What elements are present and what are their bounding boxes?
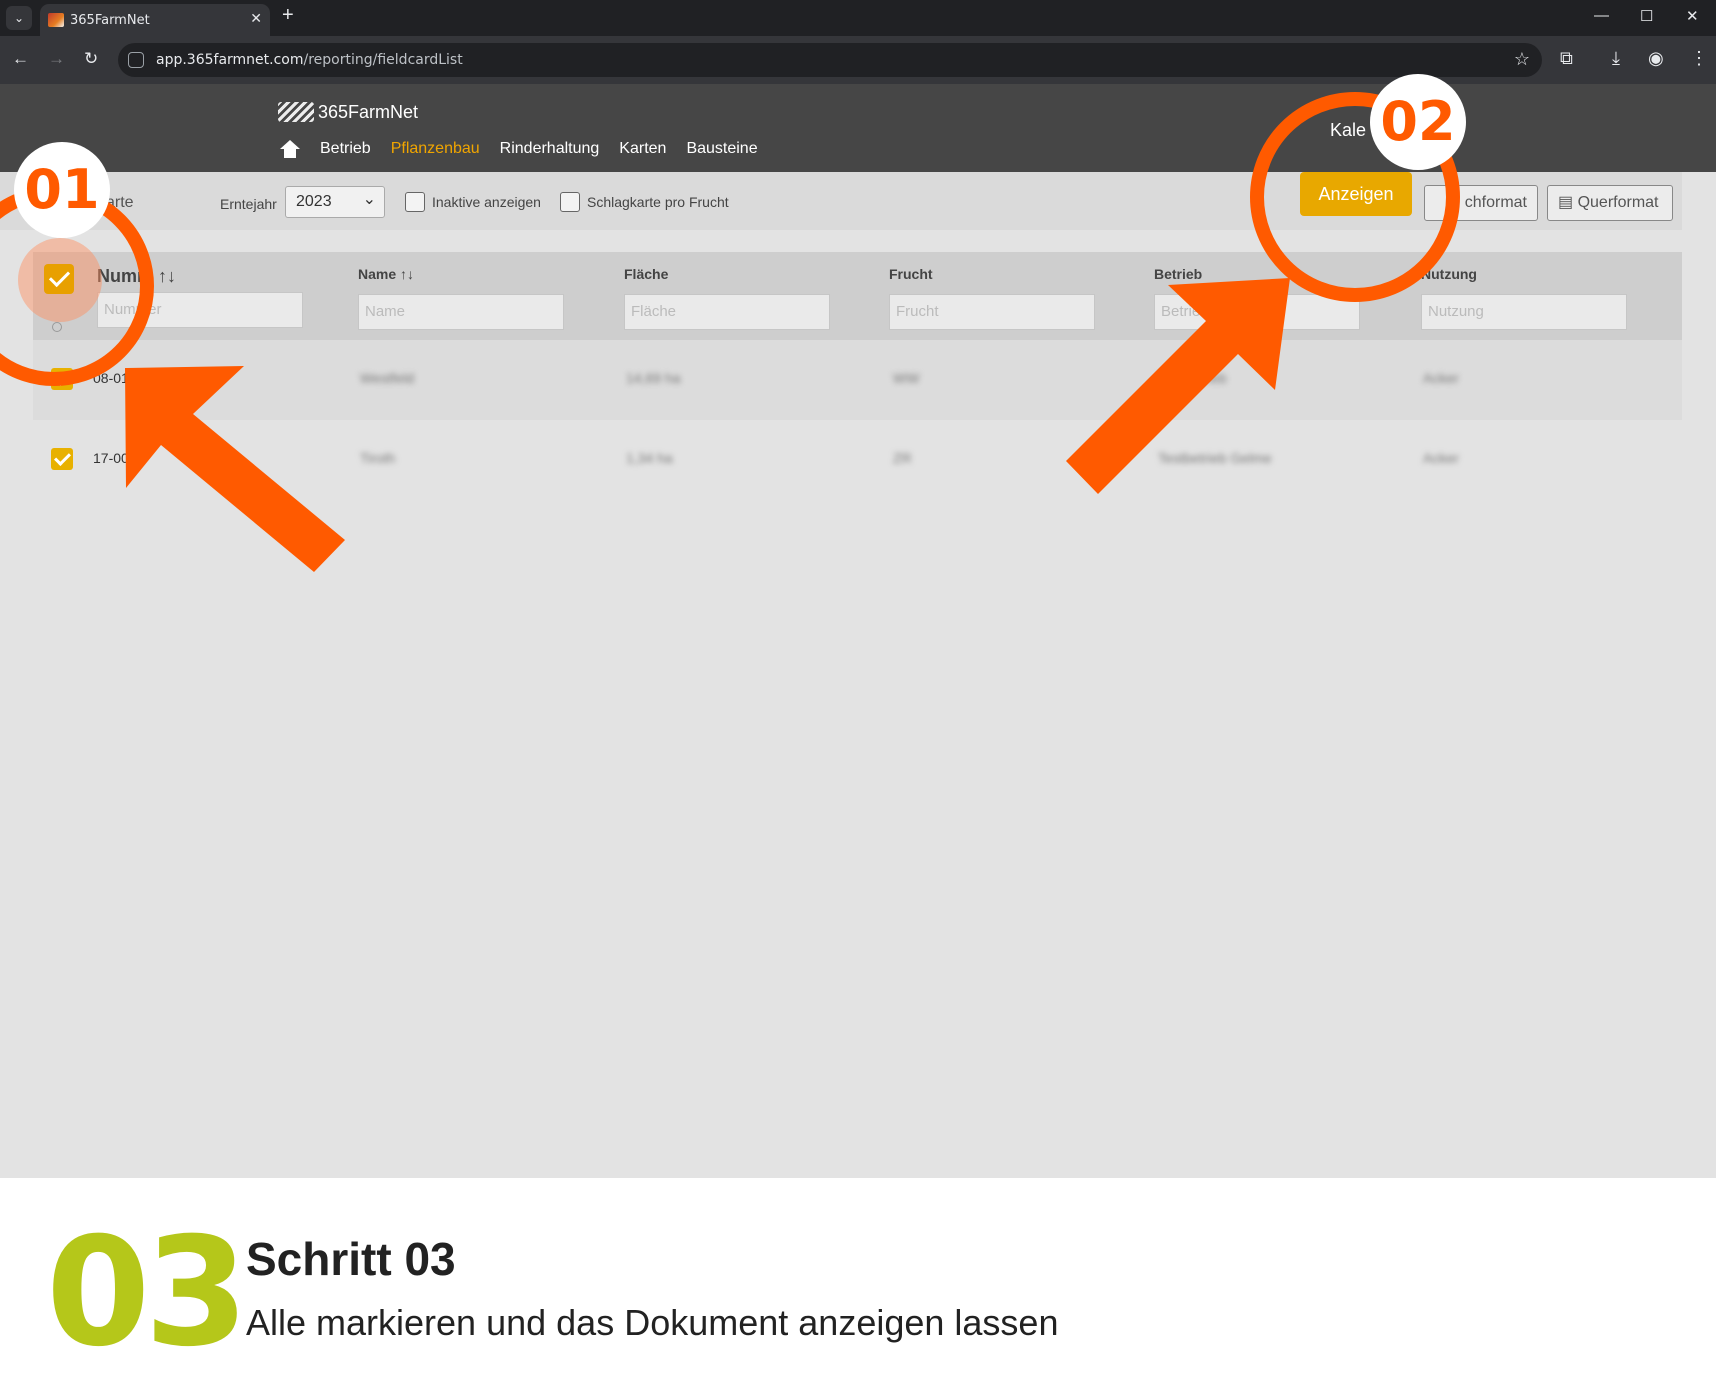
- url-text: app.365farmnet.com/reporting/fieldcardLi…: [156, 52, 463, 68]
- browser-toolbar: ← → ↻ app.365farmnet.com/reporting/field…: [0, 36, 1716, 84]
- inactive-checkbox[interactable]: [405, 192, 425, 212]
- nav-karten[interactable]: Karten: [619, 140, 666, 158]
- cell-farm: Testbetrieb Gelme: [1158, 450, 1272, 466]
- year-value: 2023: [296, 193, 332, 210]
- step-badge-01: 01: [14, 142, 110, 238]
- filter-name[interactable]: Name: [358, 294, 564, 330]
- bookmark-star-icon[interactable]: ☆: [1514, 49, 1530, 70]
- nav-rinderhaltung[interactable]: Rinderhaltung: [500, 140, 600, 158]
- col-farm[interactable]: Betrieb: [1154, 266, 1202, 282]
- favicon-icon: [48, 13, 64, 27]
- cell-crop: WW: [893, 370, 920, 386]
- home-icon[interactable]: [280, 140, 300, 158]
- address-bar[interactable]: app.365farmnet.com/reporting/fieldcardLi…: [118, 43, 1542, 77]
- year-label: Erntejahr: [220, 196, 277, 212]
- cell-name: Tiroth: [360, 450, 396, 466]
- inactive-label: Inaktive anzeigen: [432, 194, 541, 210]
- filter-farm[interactable]: Betrieb: [1154, 294, 1360, 330]
- step-description: Alle markieren und das Dokument anzeigen…: [246, 1302, 1059, 1343]
- landscape-button-label: Querformat: [1577, 194, 1659, 211]
- download-icon[interactable]: ⤓: [1612, 48, 1620, 69]
- logo-icon: [278, 102, 314, 122]
- step-title: Schritt 03: [246, 1233, 456, 1285]
- col-crop[interactable]: Frucht: [889, 266, 933, 282]
- filter-crop[interactable]: Frucht: [889, 294, 1095, 330]
- nav-bausteine[interactable]: Bausteine: [686, 140, 757, 158]
- cell-area: 1,34 ha: [626, 450, 673, 466]
- nav-pflanzenbau[interactable]: Pflanzenbau: [391, 140, 480, 158]
- menu-kebab-icon[interactable]: ⋮: [1690, 48, 1708, 69]
- extensions-icon[interactable]: ⧉: [1560, 48, 1573, 69]
- profile-icon[interactable]: ◉: [1648, 48, 1664, 69]
- cell-usage: Acker: [1423, 450, 1459, 466]
- main-content: arte Erntejahr 2023 Inaktive anzeigen Sc…: [0, 172, 1716, 1178]
- close-tab-icon[interactable]: ✕: [250, 10, 262, 27]
- forward-icon[interactable]: →: [48, 49, 65, 69]
- reload-icon[interactable]: ↻: [84, 49, 98, 69]
- cell-usage: Acker: [1423, 370, 1459, 386]
- filter-usage[interactable]: Nutzung: [1421, 294, 1627, 330]
- new-tab-icon[interactable]: +: [282, 4, 294, 27]
- tab-title: 365FarmNet: [70, 13, 150, 28]
- table-row[interactable]: 08-01 Westfeld 14,69 ha WW Testbetrieb A…: [33, 340, 1682, 420]
- cell-name: Westfeld: [360, 370, 415, 386]
- landscape-button[interactable]: ▤ Querformat: [1547, 185, 1673, 221]
- cell-area: 14,69 ha: [626, 370, 681, 386]
- main-nav: Betrieb Pflanzenbau Rinderhaltung Karten…: [280, 140, 758, 158]
- back-icon[interactable]: ←: [12, 49, 29, 69]
- logo-text: 365FarmNet: [318, 101, 419, 122]
- close-window-icon[interactable]: ✕: [1686, 7, 1699, 25]
- table-row[interactable]: 17-00 Tiroth 1,34 ha ZR Testbetrieb Gelm…: [33, 420, 1682, 500]
- minimize-icon[interactable]: —: [1594, 7, 1609, 24]
- nav-betrieb[interactable]: Betrieb: [320, 140, 371, 158]
- filter-area[interactable]: Fläche: [624, 294, 830, 330]
- step-caption: 03 Schritt 03 Alle markieren und das Dok…: [0, 1178, 1716, 1392]
- step-badge-02: 02: [1370, 74, 1466, 170]
- cell-farm: Testbetrieb: [1158, 370, 1227, 386]
- cell-number: 17-00: [93, 450, 129, 466]
- step-number: 03: [46, 1206, 249, 1380]
- row-checkbox[interactable]: [51, 448, 73, 470]
- year-select[interactable]: 2023: [285, 186, 385, 218]
- col-name[interactable]: Name ↑↓: [358, 266, 414, 282]
- portrait-button-label: chformat: [1464, 194, 1527, 211]
- browser-tab[interactable]: 365FarmNet ✕: [40, 4, 270, 36]
- col-area[interactable]: Fläche: [624, 266, 668, 282]
- pdf-file-icon: ▤: [1558, 194, 1574, 211]
- per-crop-label: Schlagkarte pro Frucht: [587, 194, 729, 210]
- browser-tabbar: ⌄ 365FarmNet ✕ + — ☐ ✕: [0, 0, 1716, 36]
- logo[interactable]: 365FarmNet: [278, 100, 418, 124]
- maximize-icon[interactable]: ☐: [1640, 7, 1653, 25]
- site-info-icon[interactable]: [128, 52, 144, 68]
- per-crop-checkbox[interactable]: [560, 192, 580, 212]
- cell-crop: ZR: [893, 450, 912, 466]
- tab-search-menu-icon[interactable]: ⌄: [6, 6, 32, 30]
